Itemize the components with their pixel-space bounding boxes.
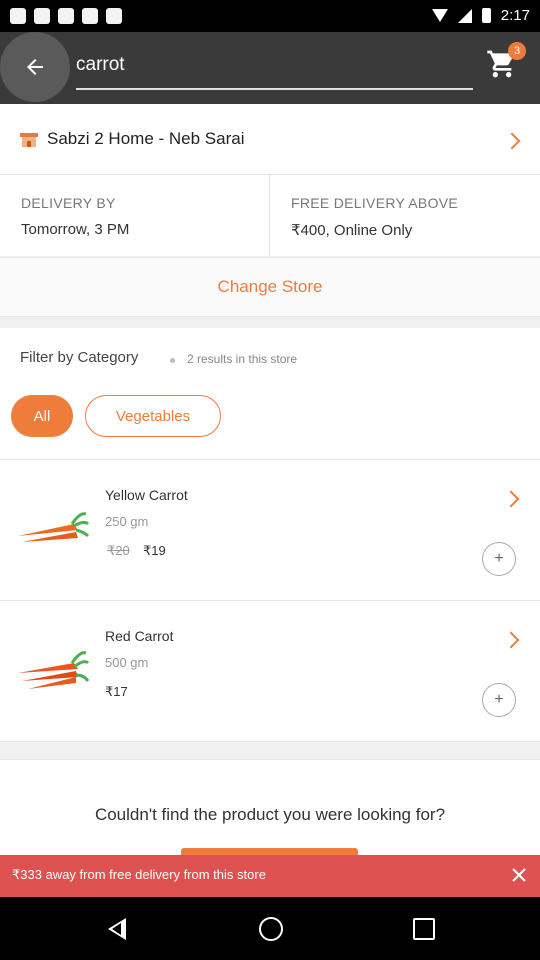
product-old-price: ₹20 bbox=[107, 543, 130, 558]
arrow-left-icon bbox=[27, 59, 43, 75]
search-query: carrot bbox=[76, 54, 125, 75]
banner-text: ₹333 away from free delivery from this s… bbox=[12, 867, 266, 882]
product-item[interactable]: Yellow Carrot 250 gm ₹20 ₹19 + bbox=[0, 460, 540, 601]
nav-back-icon-inner bbox=[112, 923, 121, 935]
not-found-text: Couldn't find the product you were looki… bbox=[94, 805, 446, 824]
not-found-section: Couldn't find the product you were looki… bbox=[0, 759, 540, 860]
store-icon bbox=[20, 133, 38, 147]
notification-icon bbox=[10, 8, 26, 24]
category-filter: Filter by Category 2 results in this sto… bbox=[0, 328, 540, 460]
carrot-image bbox=[18, 512, 90, 542]
results-count: 2 results in this store bbox=[187, 352, 298, 366]
delivery-by-value: Tomorrow, 3 PM bbox=[21, 221, 130, 238]
cart-count-badge: 3 bbox=[508, 42, 526, 60]
cart-button[interactable]: 3 bbox=[486, 42, 526, 84]
notification-icon bbox=[34, 8, 50, 24]
notification-icons bbox=[10, 8, 122, 24]
notification-icon bbox=[82, 8, 98, 24]
free-delivery-value: ₹400, Online Only bbox=[291, 222, 413, 239]
nav-home-icon[interactable] bbox=[259, 917, 283, 941]
chevron-right-icon bbox=[502, 631, 520, 649]
free-delivery: FREE DELIVERY ABOVE ₹400, Online Only bbox=[270, 175, 540, 256]
plus-icon: + bbox=[494, 550, 504, 567]
plus-icon: + bbox=[494, 691, 504, 708]
filter-chip-all[interactable]: All bbox=[11, 395, 73, 437]
store-selector[interactable]: Sabzi 2 Home - Neb Sarai bbox=[0, 104, 540, 175]
free-delivery-banner: ₹333 away from free delivery from this s… bbox=[0, 855, 540, 897]
chevron-right-icon bbox=[502, 490, 520, 508]
status-bar: 2:17 bbox=[0, 0, 540, 32]
system-nav-bar bbox=[0, 897, 540, 960]
product-item[interactable]: Red Carrot 500 gm ₹17 + bbox=[0, 601, 540, 742]
search-input[interactable]: carrot bbox=[76, 46, 473, 90]
close-icon bbox=[512, 868, 526, 882]
delivery-by-label: DELIVERY BY bbox=[21, 195, 116, 211]
product-name: Yellow Carrot bbox=[105, 487, 188, 503]
signal-icon bbox=[457, 8, 472, 23]
close-banner-button[interactable] bbox=[508, 864, 530, 886]
product-price: ₹17 bbox=[105, 684, 128, 699]
add-to-cart-button[interactable]: + bbox=[482, 683, 516, 717]
filter-title: Filter by Category bbox=[20, 349, 139, 366]
back-button[interactable] bbox=[0, 32, 70, 102]
status-time: 2:17 bbox=[500, 7, 530, 24]
delivery-by: DELIVERY BY Tomorrow, 3 PM bbox=[0, 175, 270, 256]
free-delivery-label: FREE DELIVERY ABOVE bbox=[291, 195, 459, 211]
product-size: 250 gm bbox=[105, 514, 149, 529]
nav-recents-icon[interactable] bbox=[413, 918, 435, 940]
change-store-button[interactable]: Change Store bbox=[0, 257, 540, 317]
store-name: Sabzi 2 Home - Neb Sarai bbox=[47, 129, 245, 148]
product-price: ₹19 bbox=[143, 543, 166, 558]
carrot-image bbox=[18, 651, 90, 689]
battery-icon bbox=[481, 8, 491, 23]
notification-icon bbox=[106, 8, 122, 24]
product-size: 500 gm bbox=[105, 655, 149, 670]
notification-icon bbox=[58, 8, 74, 24]
product-name: Red Carrot bbox=[105, 628, 174, 644]
delivery-info: DELIVERY BY Tomorrow, 3 PM FREE DELIVERY… bbox=[0, 175, 540, 256]
chevron-right-icon bbox=[503, 132, 521, 150]
filter-chip-vegetables[interactable]: Vegetables bbox=[85, 395, 221, 437]
wifi-icon bbox=[431, 9, 448, 22]
separator-dot bbox=[170, 358, 175, 363]
search-toolbar: carrot 3 bbox=[0, 32, 540, 104]
add-to-cart-button[interactable]: + bbox=[482, 542, 516, 576]
